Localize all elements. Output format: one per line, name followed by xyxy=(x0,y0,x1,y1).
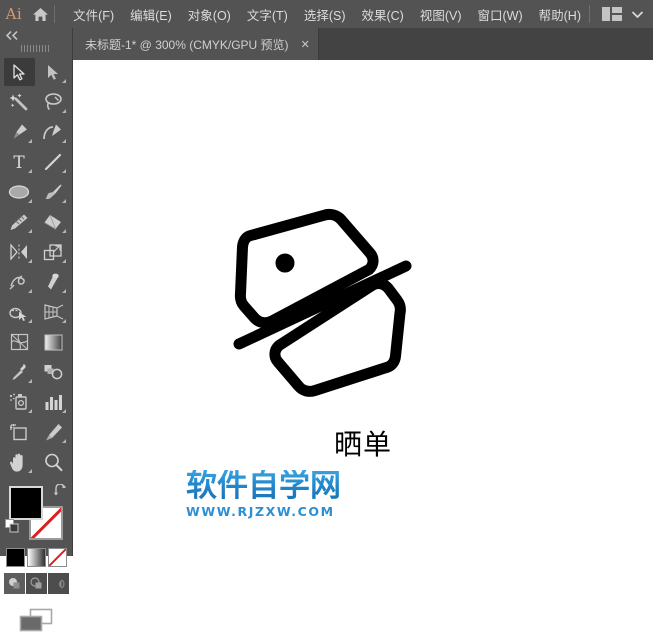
menu-select[interactable]: 选择(S) xyxy=(296,1,354,28)
svg-text:T: T xyxy=(13,153,25,171)
eraser-tool[interactable] xyxy=(38,208,69,236)
chevron-down-icon[interactable] xyxy=(632,10,643,18)
swap-fill-stroke-icon[interactable] xyxy=(53,483,67,502)
selection-tool[interactable] xyxy=(3,58,35,86)
screen-mode-button[interactable] xyxy=(0,608,72,632)
menu-bar: Ai 文件(F) 编辑(E) 对象(O) 文字(T) 选择(S) 效果(C) 视… xyxy=(0,0,653,28)
shape-builder-tool[interactable] xyxy=(4,298,35,326)
paint-mode-row xyxy=(0,548,72,567)
draw-inside-button[interactable] xyxy=(47,573,69,594)
watermark-title: 软件自学网 xyxy=(186,468,341,504)
paintbrush-tool[interactable] xyxy=(38,178,69,206)
artboard-tool[interactable] xyxy=(4,418,35,446)
fill-swatch[interactable] xyxy=(9,486,43,520)
menu-view[interactable]: 视图(V) xyxy=(412,1,470,28)
menu-window[interactable]: 窗口(W) xyxy=(470,1,531,28)
menu-object[interactable]: 对象(O) xyxy=(180,1,239,28)
tools-panel: T xyxy=(0,28,73,632)
document-tab[interactable]: 未标题-1* @ 300% (CMYK/GPU 预览) ✕ xyxy=(73,28,319,60)
pen-tool[interactable] xyxy=(4,118,35,146)
blend-tool[interactable] xyxy=(38,358,69,386)
menu-effect[interactable]: 效果(C) xyxy=(353,1,411,28)
lasso-tool[interactable] xyxy=(38,88,69,116)
fill-stroke-controls xyxy=(5,483,67,540)
illustrator-window: Ai 文件(F) 编辑(E) 对象(O) 文字(T) 选择(S) 效果(C) 视… xyxy=(0,0,653,632)
tool-grid: T xyxy=(0,58,72,476)
gradient-button[interactable] xyxy=(26,548,46,567)
gradient-tool[interactable] xyxy=(38,328,69,356)
perspective-grid-tool[interactable] xyxy=(38,298,69,326)
document-tab-label: 未标题-1* @ 300% (CMYK/GPU 预览) xyxy=(85,37,289,52)
document-canvas[interactable]: 晒单 软件自学网 WWW.RJZXW.COM xyxy=(73,60,653,556)
toolbar-collapse-button[interactable] xyxy=(0,28,72,42)
document-tab-bar: 未标题-1* @ 300% (CMYK/GPU 预览) ✕ xyxy=(73,28,653,60)
menu-edit[interactable]: 编辑(E) xyxy=(122,1,180,28)
shaper-pencil-tool[interactable] xyxy=(4,208,35,236)
menu-file[interactable]: 文件(F) xyxy=(65,1,122,28)
workspace-switcher-icon[interactable] xyxy=(602,7,622,21)
scale-tool[interactable] xyxy=(38,238,69,266)
magic-wand-tool[interactable] xyxy=(4,88,35,116)
default-fill-stroke-icon[interactable] xyxy=(5,519,19,538)
draw-behind-button[interactable] xyxy=(25,573,47,594)
free-transform-tool[interactable] xyxy=(38,268,69,296)
watermark-url: WWW.RJZXW.COM xyxy=(186,503,335,519)
none-button[interactable] xyxy=(47,548,67,567)
ellipse-tool[interactable] xyxy=(4,178,35,206)
eyedropper-tool[interactable] xyxy=(4,358,35,386)
line-segment-tool[interactable] xyxy=(38,148,69,176)
slice-tool[interactable] xyxy=(38,418,69,446)
mesh-tool[interactable] xyxy=(4,328,35,356)
menu-list: 文件(F) 编辑(E) 对象(O) 文字(T) 选择(S) 效果(C) 视图(V… xyxy=(65,1,589,28)
watermark: 软件自学网 WWW.RJZXW.COM xyxy=(186,470,341,519)
color-button[interactable] xyxy=(5,548,25,567)
draw-normal-button[interactable] xyxy=(3,573,25,594)
rotate-reflect-tool[interactable] xyxy=(4,238,35,266)
menu-type[interactable]: 文字(T) xyxy=(239,1,296,28)
shopping-tags-icon[interactable] xyxy=(212,196,442,416)
home-icon[interactable] xyxy=(28,7,53,22)
width-warp-tool[interactable] xyxy=(4,268,35,296)
curvature-tool[interactable] xyxy=(38,118,69,146)
app-logo: Ai xyxy=(5,5,23,23)
hand-tool[interactable] xyxy=(4,448,35,476)
drawing-mode-row xyxy=(0,573,72,594)
symbol-sprayer-tool[interactable] xyxy=(4,388,35,416)
zoom-tool[interactable] xyxy=(38,448,69,476)
menu-help[interactable]: 帮助(H) xyxy=(531,1,589,28)
type-tool[interactable]: T xyxy=(4,148,35,176)
menubar-divider xyxy=(54,5,56,23)
artwork-label: 晒单 xyxy=(333,428,392,461)
toolbar-drag-handle[interactable] xyxy=(0,42,72,54)
menubar-right-controls xyxy=(589,5,653,23)
close-icon[interactable]: ✕ xyxy=(301,39,310,50)
menubar-divider-right xyxy=(589,5,590,23)
direct-selection-tool[interactable] xyxy=(38,58,69,86)
column-graph-tool[interactable] xyxy=(38,388,69,416)
